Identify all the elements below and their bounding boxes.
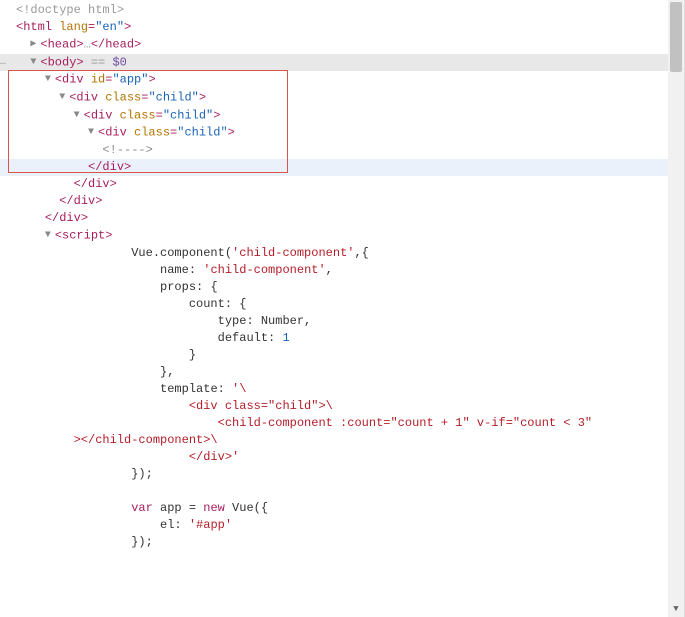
scrollbar-thumb[interactable]	[670, 2, 682, 72]
breadcrumb-marker-icon: …	[0, 54, 14, 71]
js-line[interactable]: var app = new Vue({	[0, 500, 668, 517]
line-div-child-2[interactable]: <div class="child">	[0, 107, 668, 125]
js-line[interactable]: count: {	[0, 296, 668, 313]
collapse-arrow-icon[interactable]	[88, 124, 98, 141]
scroll-down-icon[interactable]: ▼	[668, 601, 684, 617]
collapse-arrow-icon[interactable]	[74, 107, 84, 124]
line-close-div-4[interactable]: </div>	[0, 210, 668, 227]
js-line[interactable]: });	[0, 466, 668, 483]
line-div-child-3[interactable]: <div class="child">	[0, 124, 668, 142]
line-close-div-2[interactable]: </div>	[0, 176, 668, 193]
line-comment[interactable]: <!---->	[0, 142, 668, 159]
line-close-div-3[interactable]: </div>	[0, 193, 668, 210]
js-line[interactable]: },	[0, 364, 668, 381]
js-line[interactable]: </div>'	[0, 449, 668, 466]
collapse-arrow-icon[interactable]	[30, 54, 40, 71]
js-line[interactable]	[0, 483, 668, 500]
collapse-arrow-icon[interactable]	[45, 71, 55, 88]
line-close-div-1[interactable]: </div>	[0, 159, 668, 176]
js-line[interactable]: ></child-component>\	[0, 432, 668, 449]
line-script-open[interactable]: <script>	[0, 227, 668, 245]
line-doctype[interactable]: <!doctype html>	[0, 2, 668, 19]
line-div-child-1[interactable]: <div class="child">	[0, 89, 668, 107]
js-line[interactable]: }	[0, 347, 668, 364]
js-line[interactable]: default: 1	[0, 330, 668, 347]
js-line[interactable]: template: '\	[0, 381, 668, 398]
scrollbar-track[interactable]: ▲ ▼	[668, 0, 684, 617]
line-head[interactable]: <head>…</head>	[0, 36, 668, 54]
expand-arrow-icon[interactable]	[30, 36, 40, 53]
line-div-app[interactable]: <div id="app">	[0, 71, 668, 89]
js-line[interactable]: <child-component :count="count + 1" v-if…	[0, 415, 668, 432]
dom-tree[interactable]: <!doctype html> <html lang="en"> <head>……	[0, 0, 668, 553]
js-line[interactable]: Vue.component('child-component',{	[0, 245, 668, 262]
collapse-arrow-icon[interactable]	[59, 89, 69, 106]
js-line[interactable]: <div class="child">\	[0, 398, 668, 415]
line-body-selected[interactable]: … <body> == $0	[0, 54, 668, 72]
collapse-arrow-icon[interactable]	[45, 227, 55, 244]
devtools-elements-panel: <!doctype html> <html lang="en"> <head>……	[0, 0, 685, 617]
js-line[interactable]: el: '#app'	[0, 517, 668, 534]
js-line[interactable]: });	[0, 534, 668, 551]
line-html-open[interactable]: <html lang="en">	[0, 19, 668, 36]
js-line[interactable]: name: 'child-component',	[0, 262, 668, 279]
js-line[interactable]: type: Number,	[0, 313, 668, 330]
js-line[interactable]: props: {	[0, 279, 668, 296]
doctype-text: <!doctype html>	[16, 3, 124, 17]
